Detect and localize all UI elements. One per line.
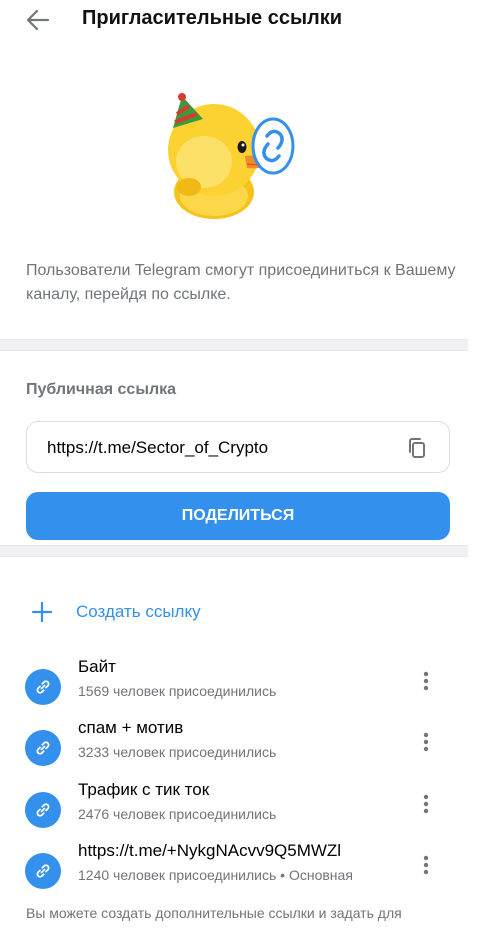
header: Пригласительные ссылки: [0, 0, 478, 40]
copy-icon[interactable]: [405, 436, 429, 460]
public-link-url: https://t.me/Sector_of_Crypto: [47, 438, 269, 457]
section-divider: [0, 339, 468, 351]
create-link-label: Создать ссылку: [76, 602, 201, 621]
back-arrow-icon[interactable]: [24, 6, 52, 34]
share-button[interactable]: ПОДЕЛИТЬСЯ: [26, 492, 450, 540]
link-title: https://t.me/+NykgNAcvv9Q5MWZl: [78, 841, 342, 860]
create-link-button[interactable]: Создать ссылку: [26, 596, 326, 628]
link-icon: [25, 792, 61, 828]
more-vertical-icon[interactable]: [416, 792, 436, 816]
link-icon: [25, 669, 61, 705]
link-title: Байт: [78, 657, 116, 676]
intro-text: Пользователи Telegram смогут присоединит…: [26, 262, 456, 303]
link-subtitle: 1240 человек присоединились • Основная: [78, 867, 353, 883]
link-title: спам + мотив: [78, 718, 184, 737]
footer-hint: Вы можете создать дополнительные ссылки …: [26, 905, 402, 921]
more-vertical-icon[interactable]: [416, 669, 436, 693]
plus-icon: [30, 600, 54, 624]
link-subtitle: 2476 человек присоединились: [78, 806, 277, 822]
link-title: Трафик с тик ток: [78, 780, 210, 799]
list-item[interactable]: Трафик с тик ток 2476 человек присоедини…: [0, 780, 468, 836]
page-title: Пригласительные ссылки: [82, 7, 343, 29]
list-item[interactable]: спам + мотив 3233 человек присоединились: [0, 718, 468, 774]
more-vertical-icon[interactable]: [416, 853, 436, 877]
link-subtitle: 3233 человек присоединились: [78, 744, 277, 760]
link-icon: [25, 853, 61, 889]
link-icon: [25, 730, 61, 766]
link-subtitle: 1569 человек присоединились: [78, 683, 277, 699]
duck-sticker: [159, 92, 299, 222]
public-link-label: Публичная ссылка: [26, 381, 177, 398]
section-divider: [0, 545, 468, 557]
list-item[interactable]: Байт 1569 человек присоединились: [0, 657, 468, 713]
list-item[interactable]: https://t.me/+NykgNAcvv9Q5MWZl 1240 чело…: [0, 841, 468, 897]
public-link-field[interactable]: https://t.me/Sector_of_Crypto: [26, 421, 450, 473]
more-vertical-icon[interactable]: [416, 730, 436, 754]
